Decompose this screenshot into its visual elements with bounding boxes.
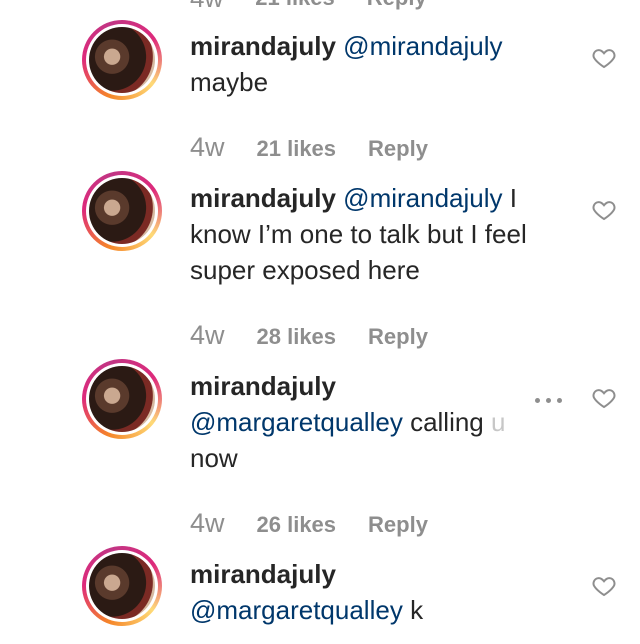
- comment-text: calling: [410, 407, 484, 437]
- comment-meta: 4w 21 likes Reply: [190, 132, 428, 163]
- heart-icon[interactable]: [592, 574, 616, 598]
- comment-meta: 4w 28 likes Reply: [190, 320, 428, 351]
- avatar: [89, 366, 155, 432]
- reply-button[interactable]: Reply: [367, 0, 427, 10]
- username[interactable]: mirandajuly: [190, 31, 336, 61]
- comment-time: 4w: [190, 0, 223, 11]
- avatar-ring[interactable]: [82, 20, 162, 100]
- heart-icon[interactable]: [592, 46, 616, 70]
- reply-button[interactable]: Reply: [368, 136, 428, 162]
- avatar-inner: [86, 550, 158, 622]
- comment-text: k: [410, 595, 424, 625]
- mention-link[interactable]: @margaretqualley: [190, 407, 403, 437]
- username[interactable]: mirandajuly: [190, 559, 336, 589]
- dot: [546, 397, 551, 403]
- comment-text-faded: u: [491, 407, 506, 437]
- avatar: [89, 553, 155, 619]
- comment-likes[interactable]: 28 likes: [257, 324, 337, 350]
- dot: [557, 397, 562, 403]
- username[interactable]: mirandajuly: [190, 371, 336, 401]
- mention-link[interactable]: @mirandajuly: [343, 183, 502, 213]
- avatar-ring[interactable]: [82, 546, 162, 626]
- comment-likes[interactable]: 21 likes: [255, 0, 335, 10]
- avatar-ring[interactable]: [82, 171, 162, 251]
- avatar-inner: [86, 24, 158, 96]
- avatar: [89, 27, 155, 93]
- top-comment-meta: 4w 21 likes Reply: [190, 0, 427, 11]
- comment-likes[interactable]: 26 likes: [257, 512, 337, 538]
- comment-time: 4w: [190, 132, 225, 162]
- heart-icon[interactable]: [592, 198, 616, 222]
- dot: [535, 397, 540, 403]
- comment-body: mirandajuly @mirandajuly maybe: [190, 28, 550, 100]
- comment-body: mirandajuly @mirandajuly I know I’m one …: [190, 180, 550, 288]
- comment-meta: 4w 26 likes Reply: [190, 508, 428, 539]
- comment-body: mirandajuly @margaretqualley calling u n…: [190, 368, 550, 476]
- comment-text: maybe: [190, 67, 269, 97]
- username[interactable]: mirandajuly: [190, 183, 336, 213]
- avatar-ring[interactable]: [82, 359, 162, 439]
- more-options-icon[interactable]: [535, 394, 567, 406]
- comment-time: 4w: [190, 508, 225, 538]
- avatar: [89, 178, 155, 244]
- comment-time: 4w: [190, 320, 225, 350]
- mention-link[interactable]: @margaretqualley: [190, 595, 403, 625]
- heart-icon[interactable]: [592, 386, 616, 410]
- comment-body: mirandajuly @margaretqualley k: [190, 556, 550, 628]
- avatar-inner: [86, 175, 158, 247]
- avatar-inner: [86, 363, 158, 435]
- mention-link[interactable]: @mirandajuly: [343, 31, 502, 61]
- comment-likes[interactable]: 21 likes: [257, 136, 337, 162]
- reply-button[interactable]: Reply: [368, 324, 428, 350]
- comment-text-line3: now: [190, 443, 238, 473]
- reply-button[interactable]: Reply: [368, 512, 428, 538]
